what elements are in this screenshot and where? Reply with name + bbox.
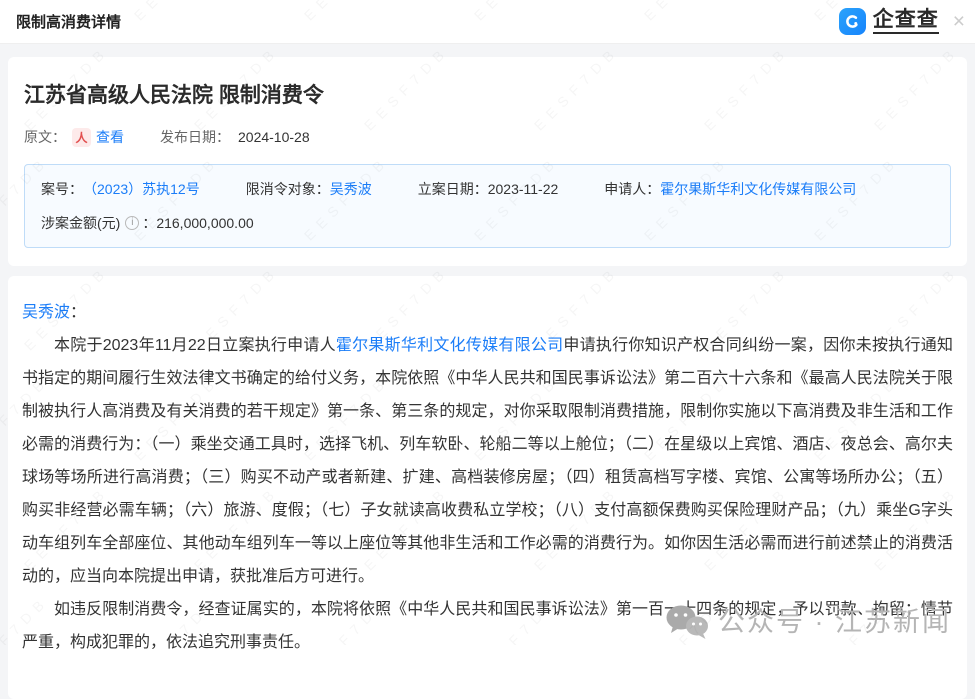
target-pair: 限消令对象： 吴秀波 [246, 179, 372, 199]
document-meta-row: 原文： 人 查看 发布日期： 2024-10-28 [24, 127, 951, 147]
addressee-colon: ： [70, 304, 86, 321]
addressee-person-link[interactable]: 吴秀波 [22, 304, 70, 321]
pdf-file-icon[interactable]: 人 [72, 128, 91, 147]
topbar: 限制高消费详情 企查查 × [0, 0, 975, 44]
body-paragraph-1: 本院于2023年11月22日立案执行申请人霍尔果斯华利文化传媒有限公司申请执行你… [22, 329, 953, 593]
case-number-pair: 案号： （2023）苏执12号 [41, 179, 200, 199]
topbar-right: 企查查 × [839, 8, 965, 35]
amount-value: 216,000,000.00 [156, 215, 253, 231]
case-info-row-2: 涉案金额(元) i ： 216,000,000.00 [41, 213, 934, 233]
case-info-row-1: 案号： （2023）苏执12号 限消令对象： 吴秀波 立案日期： 2023-11… [41, 179, 934, 199]
case-info-box: 案号： （2023）苏执12号 限消令对象： 吴秀波 立案日期： 2023-11… [24, 164, 951, 248]
document-body-card: 吴秀波： 本院于2023年11月22日立案执行申请人霍尔果斯华利文化传媒有限公司… [8, 276, 967, 699]
case-number-link[interactable]: （2023）苏执12号 [83, 179, 200, 199]
applicant-label: 申请人： [604, 179, 660, 199]
addressee-line: 吴秀波： [22, 296, 953, 329]
close-icon[interactable]: × [953, 11, 965, 32]
amount-pair: 涉案金额(元) i ： 216,000,000.00 [41, 213, 254, 233]
target-person-link[interactable]: 吴秀波 [330, 179, 372, 199]
applicant-company-link[interactable]: 霍尔果斯华利文化传媒有限公司 [660, 179, 856, 199]
amount-label: 涉案金额(元) [41, 213, 120, 233]
applicant-pair: 申请人： 霍尔果斯华利文化传媒有限公司 [604, 179, 856, 199]
document-header-card: 江苏省高级人民法院 限制消费令 原文： 人 查看 发布日期： 2024-10-2… [8, 57, 967, 266]
amount-colon: ： [142, 213, 156, 233]
case-number-label: 案号： [41, 179, 83, 199]
filing-date-label: 立案日期： [418, 179, 488, 199]
qichacha-logo-icon [839, 8, 866, 35]
page-title: 限制高消费详情 [16, 11, 121, 32]
publish-date-value: 2024-10-28 [238, 129, 310, 145]
qichacha-logo-text: 企查查 [873, 9, 939, 34]
paragraph1-text-after: 申请执行你知识产权合同纠纷一案，因你未按执行通知书指定的期间履行生效法律文书确定… [22, 337, 953, 585]
filing-date-pair: 立案日期： 2023-11-22 [418, 179, 559, 199]
info-icon[interactable]: i [125, 216, 139, 230]
document-title: 江苏省高级人民法院 限制消费令 [24, 79, 951, 109]
publish-date-label: 发布日期： [160, 127, 230, 147]
paragraph1-company-link[interactable]: 霍尔果斯华利文化传媒有限公司 [336, 337, 563, 354]
target-label: 限消令对象： [246, 179, 330, 199]
body-paragraph-2: 如违反限制消费令，经查证属实的，本院将依照《中华人民共和国民事诉讼法》第一百一十… [22, 593, 953, 659]
filing-date-value: 2023-11-22 [488, 181, 559, 197]
original-label: 原文： [24, 127, 66, 147]
paragraph1-text-before: 本院于2023年11月22日立案执行申请人 [54, 337, 336, 354]
view-original-link[interactable]: 查看 [96, 127, 124, 147]
qichacha-logo[interactable]: 企查查 [839, 8, 939, 35]
content-area: 江苏省高级人民法院 限制消费令 原文： 人 查看 发布日期： 2024-10-2… [0, 44, 975, 699]
